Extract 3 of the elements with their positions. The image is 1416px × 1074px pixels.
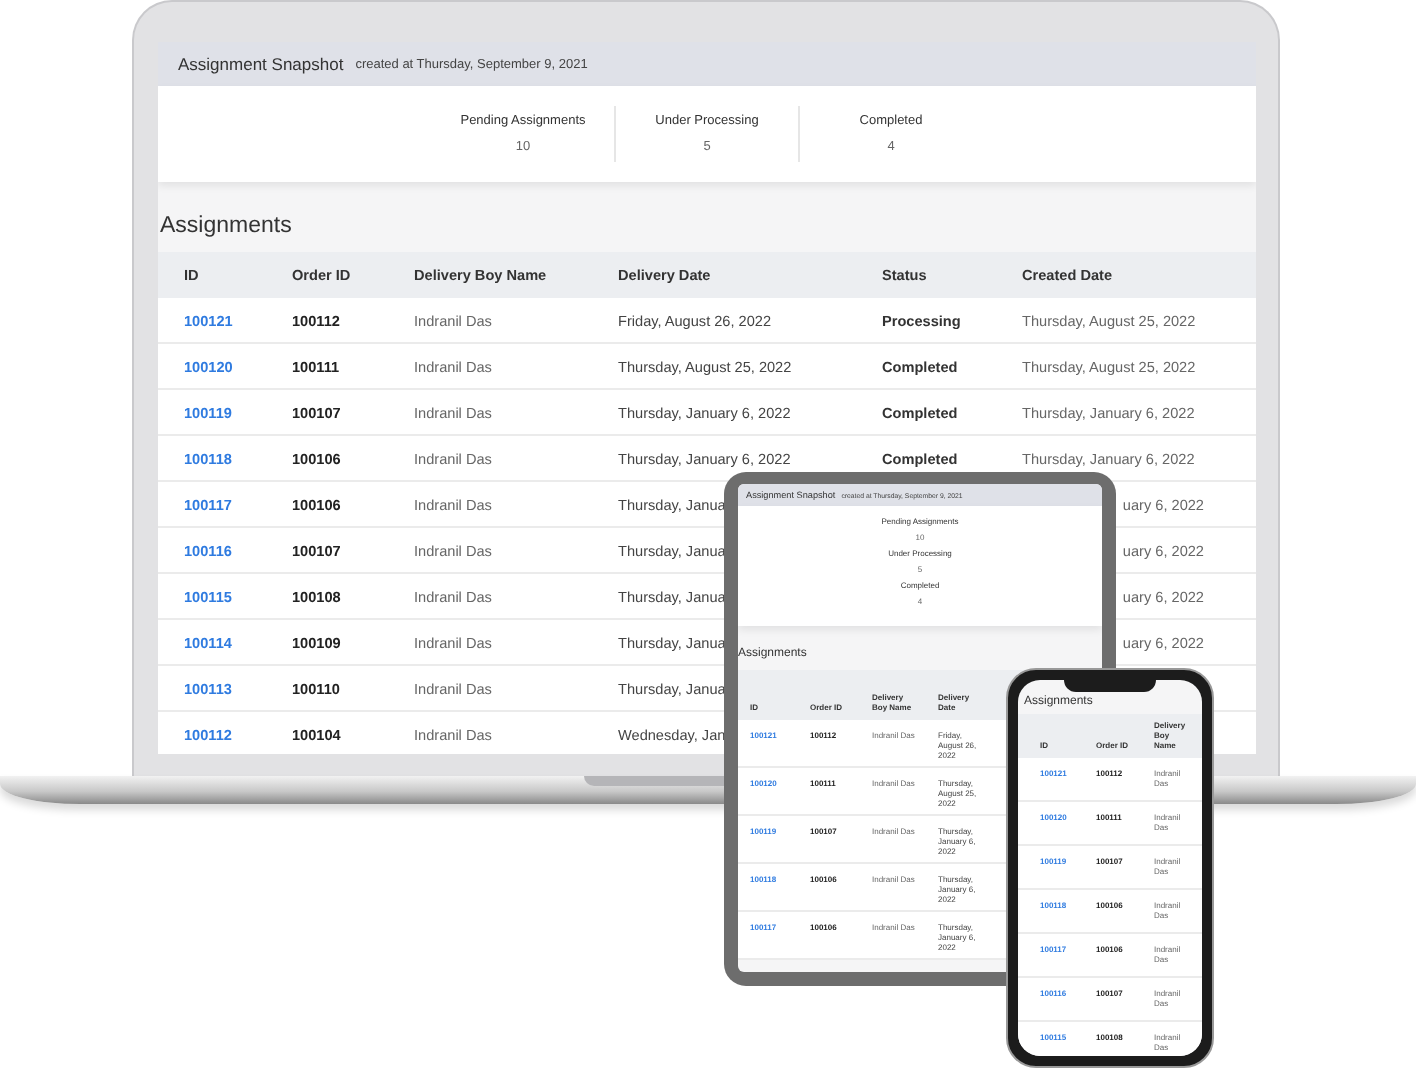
phone-notch: [1064, 678, 1156, 692]
snapshot-title: Assignment Snapshot: [178, 54, 344, 74]
section-title: Assignments: [160, 214, 292, 238]
